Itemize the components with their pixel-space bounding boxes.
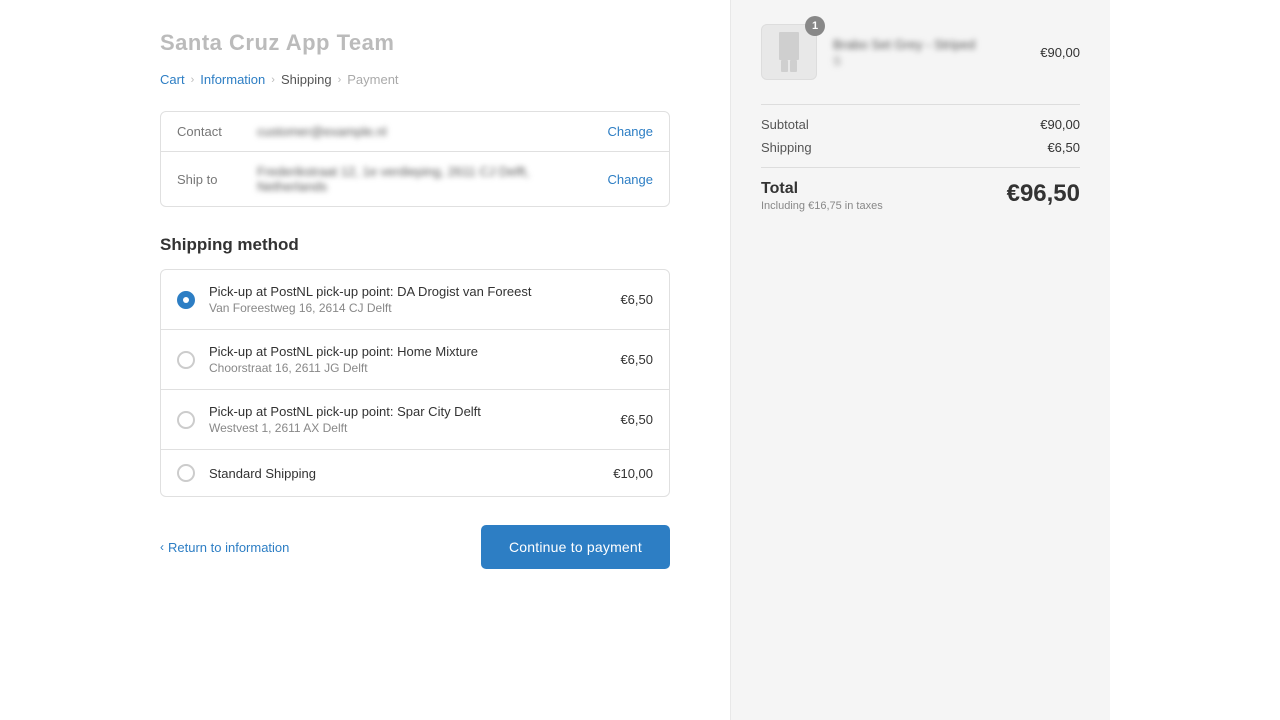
cart-thumbnail-wrap: 1 bbox=[761, 24, 817, 80]
store-title: Santa Cruz App Team bbox=[160, 30, 670, 56]
option-address-1: Choorstraat 16, 2611 JG Delft bbox=[209, 361, 608, 375]
shipping-value: €6,50 bbox=[1047, 140, 1080, 155]
shipping-option-3[interactable]: Standard Shipping €10,00 bbox=[161, 450, 669, 496]
contact-row: Contact customer@example.nl Change bbox=[161, 112, 669, 152]
option-details-3: Standard Shipping bbox=[209, 466, 601, 481]
option-name-0: Pick-up at PostNL pick-up point: DA Drog… bbox=[209, 284, 608, 299]
cart-item-name: Brabo Set Grey - Striped bbox=[833, 36, 1028, 54]
ship-to-change[interactable]: Change bbox=[607, 172, 653, 187]
return-to-information-link[interactable]: ‹ Return to information bbox=[160, 540, 289, 555]
breadcrumb: Cart › Information › Shipping › Payment bbox=[160, 72, 670, 87]
option-details-0: Pick-up at PostNL pick-up point: DA Drog… bbox=[209, 284, 608, 315]
total-label-wrap: Total Including €16,75 in taxes bbox=[761, 180, 883, 212]
footer-actions: ‹ Return to information Continue to paym… bbox=[160, 525, 670, 569]
shipping-row: Shipping €6,50 bbox=[761, 140, 1080, 155]
total-label: Total bbox=[761, 180, 883, 198]
cart-item-price: €90,00 bbox=[1040, 45, 1080, 60]
option-details-2: Pick-up at PostNL pick-up point: Spar Ci… bbox=[209, 404, 608, 435]
shipping-option-2[interactable]: Pick-up at PostNL pick-up point: Spar Ci… bbox=[161, 390, 669, 450]
shipping-method-title: Shipping method bbox=[160, 235, 670, 255]
breadcrumb-shipping: Shipping bbox=[281, 72, 332, 87]
option-price-2: €6,50 bbox=[620, 412, 653, 427]
breadcrumb-cart[interactable]: Cart bbox=[160, 72, 185, 87]
breadcrumb-information[interactable]: Information bbox=[200, 72, 265, 87]
ship-to-value: Frederikstraat 12, 1e verdieping, 2611 C… bbox=[257, 164, 595, 194]
option-address-2: Westvest 1, 2611 AX Delft bbox=[209, 421, 608, 435]
cart-badge: 1 bbox=[805, 16, 825, 36]
option-address-0: Van Foreestweg 16, 2614 CJ Delft bbox=[209, 301, 608, 315]
option-name-2: Pick-up at PostNL pick-up point: Spar Ci… bbox=[209, 404, 608, 419]
total-tax: Including €16,75 in taxes bbox=[761, 200, 883, 212]
radio-btn-2 bbox=[177, 411, 195, 429]
cart-item-variant: S bbox=[833, 54, 1028, 68]
option-name-3: Standard Shipping bbox=[209, 466, 601, 481]
subtotal-row: Subtotal €90,00 bbox=[761, 117, 1080, 132]
breadcrumb-payment: Payment bbox=[347, 72, 398, 87]
shipping-options-list: Pick-up at PostNL pick-up point: DA Drog… bbox=[160, 269, 670, 497]
cart-item: 1 Brabo Set Grey - Striped S €90,00 bbox=[761, 24, 1080, 80]
shipping-label: Shipping bbox=[761, 140, 812, 155]
contact-value: customer@example.nl bbox=[257, 124, 595, 139]
option-details-1: Pick-up at PostNL pick-up point: Home Mi… bbox=[209, 344, 608, 375]
radio-btn-1 bbox=[177, 351, 195, 369]
chevron-left-icon: ‹ bbox=[160, 540, 164, 554]
total-row: Total Including €16,75 in taxes €96,50 bbox=[761, 167, 1080, 212]
radio-btn-0 bbox=[177, 291, 195, 309]
breadcrumb-sep-2: › bbox=[271, 74, 275, 86]
subtotal-value: €90,00 bbox=[1040, 117, 1080, 132]
option-price-3: €10,00 bbox=[613, 466, 653, 481]
total-amount: €96,50 bbox=[1007, 180, 1080, 208]
option-name-1: Pick-up at PostNL pick-up point: Home Mi… bbox=[209, 344, 608, 359]
contact-ship-card: Contact customer@example.nl Change Ship … bbox=[160, 111, 670, 207]
summary-divider-1 bbox=[761, 104, 1080, 105]
breadcrumb-sep-1: › bbox=[191, 74, 195, 86]
shipping-option-1[interactable]: Pick-up at PostNL pick-up point: Home Mi… bbox=[161, 330, 669, 390]
continue-to-payment-button[interactable]: Continue to payment bbox=[481, 525, 670, 569]
contact-change[interactable]: Change bbox=[607, 124, 653, 139]
ship-to-label: Ship to bbox=[177, 172, 257, 187]
option-price-1: €6,50 bbox=[620, 352, 653, 367]
radio-btn-3 bbox=[177, 464, 195, 482]
subtotal-label: Subtotal bbox=[761, 117, 809, 132]
left-panel: Santa Cruz App Team Cart › Information ›… bbox=[0, 0, 730, 720]
product-image-icon bbox=[775, 32, 803, 72]
return-link-label: Return to information bbox=[168, 540, 289, 555]
ship-to-row: Ship to Frederikstraat 12, 1e verdieping… bbox=[161, 152, 669, 206]
contact-label: Contact bbox=[177, 124, 257, 139]
cart-item-details: Brabo Set Grey - Striped S bbox=[833, 36, 1028, 68]
option-price-0: €6,50 bbox=[620, 292, 653, 307]
shipping-option-0[interactable]: Pick-up at PostNL pick-up point: DA Drog… bbox=[161, 270, 669, 330]
breadcrumb-sep-3: › bbox=[338, 74, 342, 86]
right-panel: 1 Brabo Set Grey - Striped S €90,00 Subt… bbox=[730, 0, 1110, 720]
